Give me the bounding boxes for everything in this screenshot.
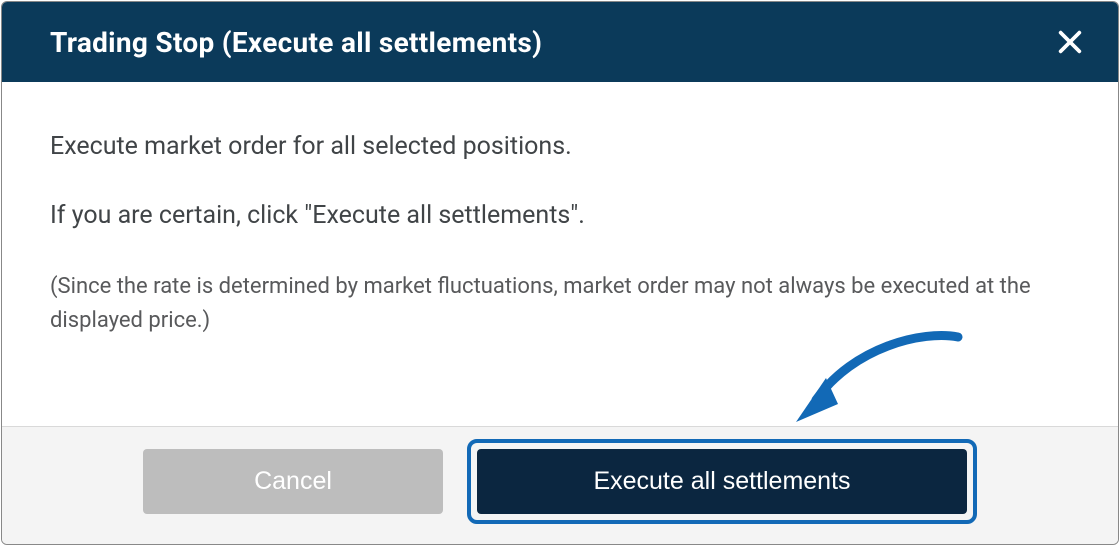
dialog-title: Trading Stop (Execute all settlements) — [50, 26, 542, 59]
close-button[interactable] — [1052, 24, 1088, 60]
confirm-button-highlight: Execute all settlements — [467, 439, 977, 524]
body-instruction-2: If you are certain, click "Execute all s… — [50, 201, 1070, 230]
body-disclaimer: (Since the rate is determined by market … — [50, 270, 1070, 338]
dialog-header: Trading Stop (Execute all settlements) — [2, 2, 1118, 82]
body-instruction-1: Execute market order for all selected po… — [50, 132, 1070, 161]
close-icon — [1056, 28, 1084, 56]
dialog-body: Execute market order for all selected po… — [2, 82, 1118, 426]
dialog-footer: Cancel Execute all settlements — [2, 426, 1118, 544]
execute-all-settlements-button[interactable]: Execute all settlements — [477, 449, 967, 514]
cancel-button[interactable]: Cancel — [143, 449, 443, 514]
trading-stop-dialog: Trading Stop (Execute all settlements) E… — [1, 1, 1119, 545]
